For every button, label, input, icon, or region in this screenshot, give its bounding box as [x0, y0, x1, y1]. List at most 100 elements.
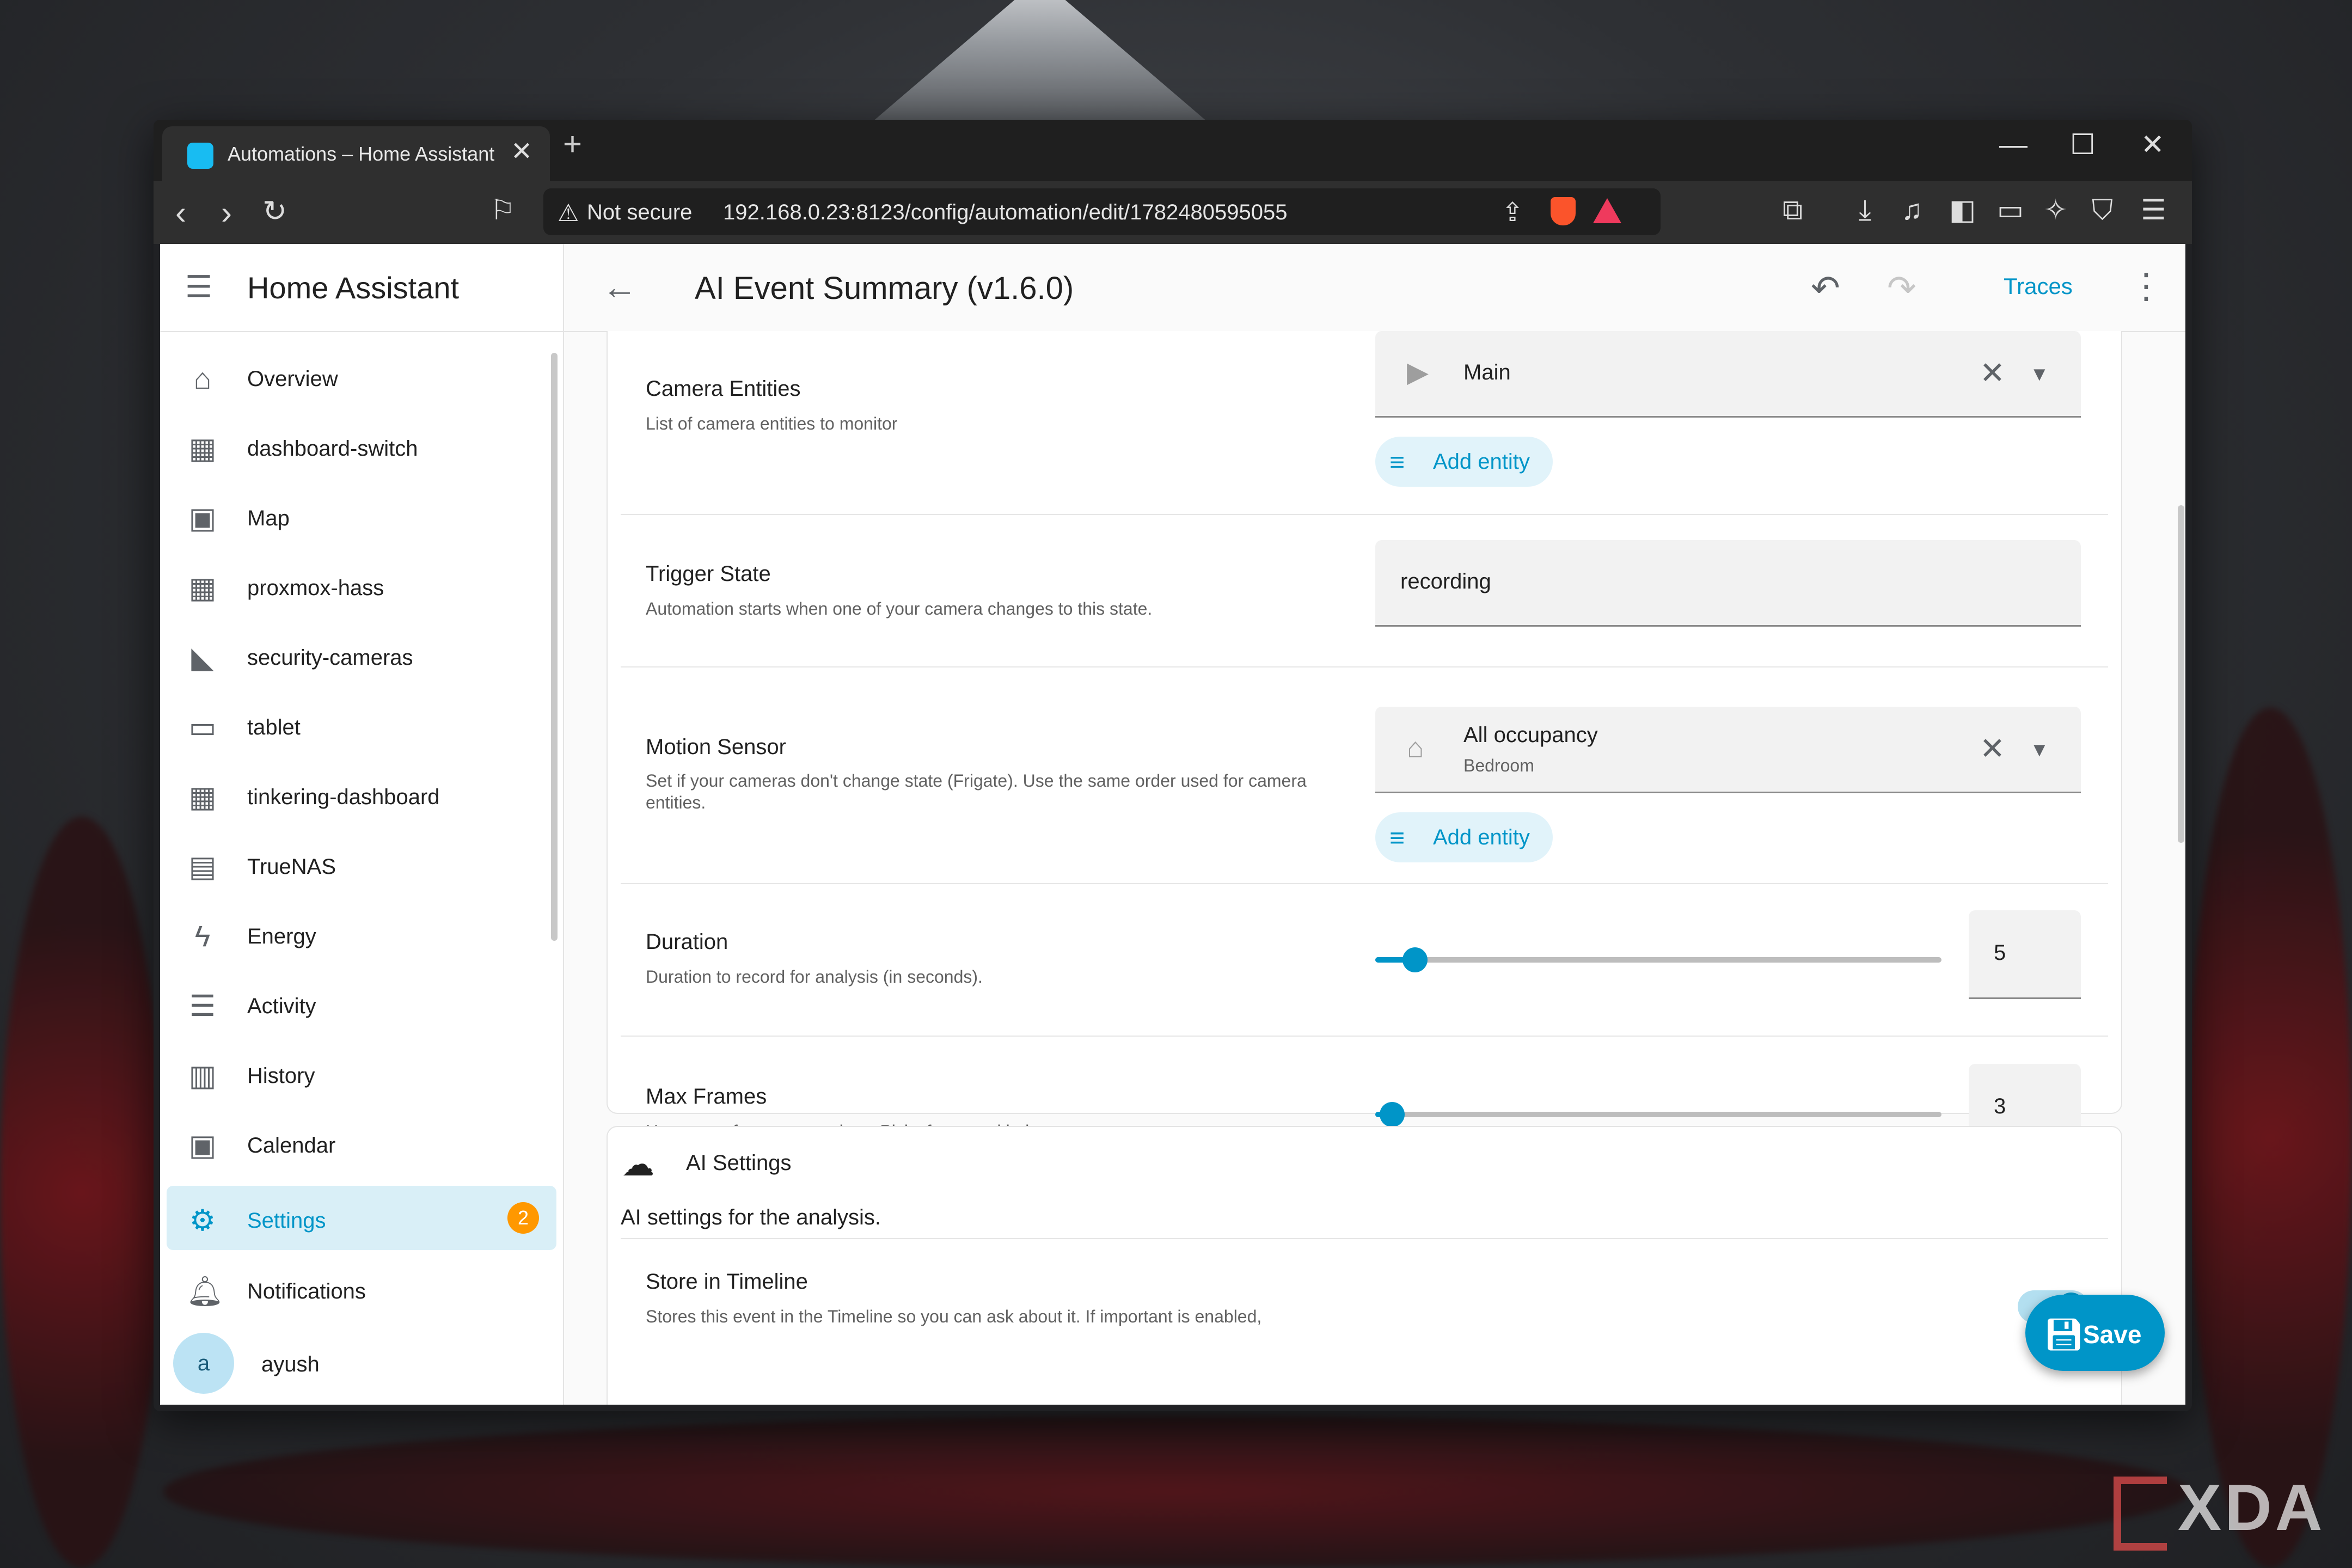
ai-settings-description: AI settings for the analysis.: [621, 1205, 881, 1229]
lightning-icon: ϟ: [194, 920, 211, 953]
list-icon: ☰: [189, 990, 216, 1022]
sidebar-item-activity[interactable]: ☰ Activity: [160, 971, 563, 1041]
avatar[interactable]: a: [173, 1333, 234, 1394]
tab-close-icon[interactable]: ✕: [511, 136, 532, 167]
max-frames-value: 3: [1994, 1094, 2006, 1118]
home-icon: ⌂: [193, 363, 212, 395]
brave-shields-icon[interactable]: [1551, 197, 1576, 225]
trigger-state-input[interactable]: recording: [1375, 540, 2081, 627]
duration-row: Duration Duration to record for analysis…: [621, 884, 2108, 1037]
media-icon[interactable]: ♫: [1901, 194, 1922, 226]
trigger-state-label: Trigger State: [646, 562, 771, 586]
page-title: AI Event Summary (v1.6.0): [695, 271, 1074, 306]
main-scrollbar[interactable]: [2178, 505, 2184, 843]
wallet-icon[interactable]: ▭: [1997, 194, 2024, 226]
sidebar-item-tablet[interactable]: ▭ tablet: [160, 693, 563, 762]
duration-number-input[interactable]: 5: [1969, 910, 2081, 999]
trigger-state-value: recording: [1400, 569, 1491, 593]
motion-sensor-picker[interactable]: ⌂ All occupancy Bedroom ✕ ▼: [1375, 707, 2081, 793]
url-text[interactable]: 192.168.0.23:8123/config/automation/edit…: [723, 200, 1287, 225]
sidebar-item-tinkering-dashboard[interactable]: ▦ tinkering-dashboard: [160, 762, 563, 832]
motion-sensor-area: Bedroom: [1463, 756, 1534, 775]
brave-rewards-icon[interactable]: [1593, 198, 1621, 223]
save-button[interactable]: 💾︎ Save: [2025, 1295, 2165, 1371]
browser-tab[interactable]: Automations – Home Assistant ✕: [162, 126, 550, 181]
caret-down-icon[interactable]: ▼: [2030, 363, 2049, 385]
motion-sensor-label: Motion Sensor: [646, 735, 786, 759]
back-nav-icon[interactable]: ‹: [175, 194, 186, 231]
address-bar[interactable]: ⚠ Not secure 192.168.0.23:8123/config/au…: [543, 188, 1661, 235]
camera-entity-picker[interactable]: ▶ Main ✕ ▼: [1375, 331, 2081, 418]
sidebar-item-history[interactable]: ▥ History: [160, 1041, 563, 1111]
add-entity-label: Add entity: [1433, 450, 1530, 474]
traces-button[interactable]: Traces: [2004, 273, 2073, 299]
sidebar-item-label: Activity: [247, 994, 316, 1018]
motion-sensor-description: Set if your cameras don't change state (…: [646, 771, 1307, 812]
add-motion-sensor-button[interactable]: ≡ Add entity: [1375, 812, 1553, 862]
sidebar-item-label: Energy: [247, 924, 316, 948]
camera-entities-description: List of camera entities to monitor: [646, 414, 898, 433]
sidebar-item-label: Settings: [247, 1209, 326, 1233]
user-name[interactable]: ayush: [261, 1352, 320, 1377]
blueprint-inputs-card: Camera Entities List of camera entities …: [607, 331, 2122, 1153]
menu-collapse-icon[interactable]: ☰: [185, 269, 212, 305]
trigger-state-description: Automation starts when one of your camer…: [646, 599, 1153, 618]
undo-icon[interactable]: ↶: [1811, 268, 1840, 309]
new-tab-icon[interactable]: +: [563, 125, 582, 163]
back-arrow-icon[interactable]: ←: [602, 267, 637, 307]
sidebar-item-security-cameras[interactable]: ◣ security-cameras: [160, 623, 563, 693]
background-flowers-bottom: [163, 1416, 2189, 1568]
clear-icon[interactable]: ✕: [1980, 731, 2005, 767]
dashboard-icon: ▦: [188, 572, 217, 604]
tab-strip: Automations – Home Assistant ✕ + — ☐ ✕: [154, 120, 2192, 181]
background-flowers-left: [0, 817, 163, 1568]
reload-icon[interactable]: ↻: [262, 194, 287, 228]
video-camera-icon: ▶: [1407, 357, 1429, 388]
camera-entities-label: Camera Entities: [646, 377, 801, 401]
minimize-icon[interactable]: —: [1999, 128, 2028, 161]
divider: [621, 1238, 2108, 1239]
add-camera-entity-button[interactable]: ≡ Add entity: [1375, 437, 1553, 487]
sidebar-item-dashboard-switch[interactable]: ▦ dashboard-switch: [160, 414, 563, 483]
sidebar-item-proxmox-hass[interactable]: ▦ proxmox-hass: [160, 553, 563, 623]
menu-icon[interactable]: ☰: [2141, 194, 2166, 226]
sidebar-item-label: TrueNAS: [247, 855, 336, 879]
max-frames-slider[interactable]: [1375, 1102, 1941, 1127]
sidebar-item-overview[interactable]: ⌂ Overview: [160, 344, 563, 414]
forward-nav-icon[interactable]: ›: [221, 194, 232, 231]
vpn-shield-icon[interactable]: ⛉: [2092, 194, 2113, 227]
caret-down-icon[interactable]: ▼: [2030, 738, 2049, 761]
leo-ai-icon[interactable]: ✧: [2044, 194, 2068, 226]
warning-icon: ⚠: [558, 200, 579, 226]
url-security-label: Not secure: [587, 200, 693, 224]
calendar-icon: ▣: [188, 1129, 217, 1162]
chart-icon: ▥: [188, 1059, 217, 1092]
sidebar-item-energy[interactable]: ϟ Energy: [160, 902, 563, 971]
more-options-icon[interactable]: ⋮: [2129, 266, 2164, 307]
duration-slider[interactable]: [1375, 947, 1941, 972]
redo-icon[interactable]: ↷: [1887, 268, 1916, 309]
reader-mode-icon[interactable]: ⧉: [1783, 194, 1803, 227]
max-frames-slider-thumb[interactable]: [1380, 1102, 1405, 1127]
background-flowers-right: [2189, 708, 2352, 1568]
maximize-icon[interactable]: ☐: [2070, 128, 2096, 161]
duration-slider-thumb[interactable]: [1402, 947, 1428, 972]
window-close-icon[interactable]: ✕: [2141, 128, 2165, 161]
sidebar-item-label: History: [247, 1064, 315, 1088]
clear-icon[interactable]: ✕: [1980, 355, 2005, 391]
share-icon[interactable]: ⇪: [1502, 197, 1523, 228]
home-assistant-favicon-icon: [187, 143, 213, 169]
motion-sensor-value: All occupancy: [1463, 723, 1598, 747]
sidebar-item-calendar[interactable]: ▣ Calendar: [160, 1111, 563, 1180]
sidebar-item-notifications[interactable]: 🔔︎ Notifications: [160, 1257, 563, 1326]
download-icon[interactable]: ⤓: [1859, 194, 1871, 227]
sidebar-item-map[interactable]: ▣ Map: [160, 483, 563, 553]
gear-icon: ⚙: [189, 1204, 216, 1237]
sidebar-toggle-icon[interactable]: ◧: [1949, 194, 1976, 226]
nas-icon: ▤: [188, 850, 217, 883]
sidebar-item-truenas[interactable]: ▤ TrueNAS: [160, 832, 563, 902]
dashboard-icon: ▦: [188, 432, 217, 465]
ai-settings-card: ☁ AI Settings AI settings for the analys…: [607, 1126, 2122, 1405]
sidebar-item-settings[interactable]: ⚙ Settings 2: [167, 1186, 556, 1250]
bookmark-icon[interactable]: ⚐: [490, 194, 516, 226]
